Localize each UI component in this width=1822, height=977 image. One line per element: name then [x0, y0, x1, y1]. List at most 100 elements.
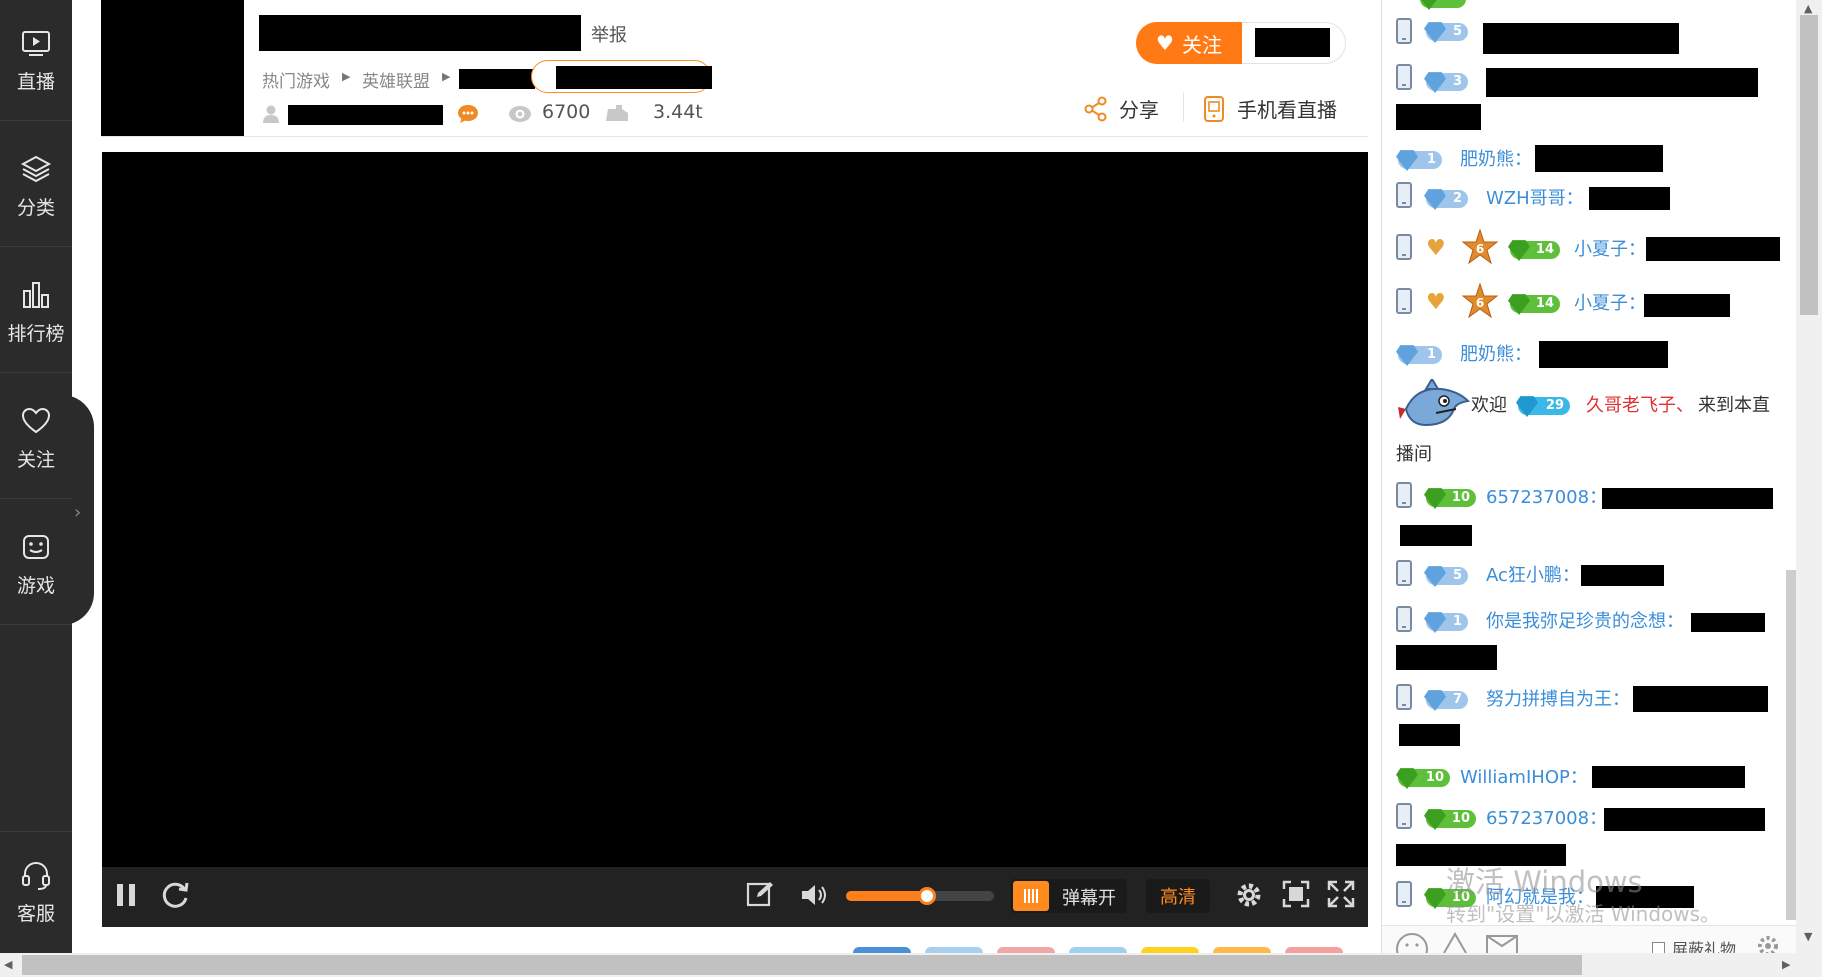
volume-slider-fill — [846, 891, 927, 901]
sidebar-item-customer-service[interactable]: 客服 — [0, 831, 72, 953]
chat-username[interactable]: WZH哥哥： — [1486, 187, 1584, 211]
heart-icon: ♥ — [1156, 31, 1174, 55]
sidebar-item-games[interactable]: 游戏 — [0, 504, 72, 625]
welcome-suffix: 来到本直 — [1698, 395, 1770, 416]
chat-username[interactable]: 你是我弥足珍贵的念想： — [1486, 610, 1684, 634]
heart-icon — [21, 407, 51, 433]
share-button[interactable]: 分享 — [1083, 94, 1159, 123]
sidebar-item-label: 排行榜 — [7, 322, 65, 345]
chat-username[interactable]: 努力拼搏自为王： — [1486, 688, 1630, 712]
follow-label: 关注 — [1181, 32, 1222, 57]
volume-icon[interactable] — [800, 882, 830, 908]
sidebar-item-label: 关注 — [16, 448, 55, 471]
pause-icon[interactable] — [115, 882, 137, 908]
streamer-avatar[interactable] — [101, 0, 244, 137]
page-horizontal-scroll-thumb[interactable] — [22, 955, 1582, 975]
danmaku-icon — [1013, 881, 1049, 911]
chat-settings-gear-icon[interactable] — [1755, 933, 1781, 953]
level-badge — [1418, 0, 1466, 10]
chat-username[interactable]: 肥奶熊： — [1460, 343, 1532, 367]
refresh-icon[interactable] — [158, 878, 192, 912]
sidebar-item-live[interactable]: 直播 — [0, 0, 72, 121]
mobile-user-icon — [1396, 881, 1412, 907]
mobile-user-icon — [1396, 684, 1412, 710]
chat-text-redacted — [1399, 724, 1460, 746]
level-badge: 10 — [1396, 768, 1450, 789]
breadcrumb-hot-games[interactable]: 热门游戏 — [262, 67, 330, 92]
sidebar-item-follow[interactable]: 关注 — [0, 378, 72, 499]
level-badge: 2 — [1424, 189, 1468, 210]
sidebar-item-ranking[interactable]: 排行榜 — [0, 252, 72, 373]
fan-heart-badge-icon: ♥ — [1426, 290, 1446, 315]
mobile-user-icon — [1396, 234, 1412, 260]
sidebar-item-label: 直播 — [16, 70, 55, 93]
level-badge: 14 — [1508, 240, 1560, 261]
chat-text-redacted — [1535, 145, 1663, 172]
mobile-watch-button[interactable]: 手机看直播 — [1203, 94, 1337, 123]
chat-text-redacted — [1589, 187, 1670, 210]
gamepad-face-icon — [23, 534, 49, 559]
windows-activation-subtext: 转到"设置"以激活 Windows。 — [1446, 902, 1721, 926]
report-link[interactable]: 举报 — [591, 21, 627, 47]
scroll-right-arrow-icon[interactable]: ▶ — [1782, 958, 1790, 971]
scroll-left-arrow-icon[interactable]: ◀ — [4, 958, 12, 971]
scroll-down-arrow-icon[interactable]: ▼ — [1804, 930, 1812, 943]
danmaku-label: 弹幕开 — [1062, 888, 1116, 909]
chat-username[interactable]: 小夏子： — [1574, 292, 1646, 316]
chat-scrollbar-thumb[interactable] — [1786, 570, 1796, 920]
phone-icon — [1204, 95, 1224, 122]
chat-username[interactable]: 小夏子： — [1574, 238, 1646, 262]
level-badge: 5 — [1424, 566, 1468, 587]
chat-text-redacted — [1400, 525, 1472, 546]
font-style-icon[interactable] — [1440, 932, 1470, 953]
chat-username[interactable]: 657237008： — [1486, 486, 1607, 510]
page: › 直播 分类 排行榜 关注 游戏 客服 举报 热门游戏 ▶ 英雄联盟 ▶ 67… — [0, 0, 1822, 977]
chat-text-redacted — [1602, 488, 1773, 509]
shark-mascot-icon — [1398, 379, 1471, 427]
level-badge: 10 — [1424, 488, 1476, 509]
fullscreen-icon[interactable] — [1327, 880, 1355, 908]
emoji-icon[interactable] — [1395, 932, 1429, 953]
sidebar-item-label: 游戏 — [16, 574, 55, 597]
mobile-user-icon — [1396, 482, 1412, 508]
chat-username[interactable]: WilliamIHOP： — [1460, 766, 1588, 790]
level-badge: 1 — [1424, 612, 1468, 633]
chat-username[interactable]: Ac狂小鹏： — [1486, 564, 1580, 588]
quality-button[interactable]: 高清 — [1146, 879, 1210, 913]
chat-text-redacted — [1486, 68, 1758, 97]
level-badge: 5 — [1424, 22, 1468, 43]
play-screen-icon — [22, 30, 50, 56]
room-tag-redacted — [556, 66, 712, 89]
eye-icon — [509, 106, 531, 122]
breadcrumb-lol[interactable]: 英雄联盟 — [362, 67, 430, 92]
chat-username[interactable]: 657237008： — [1486, 807, 1607, 831]
chat-text-redacted — [1396, 104, 1481, 130]
scroll-up-arrow-icon[interactable]: ▲ — [1804, 2, 1812, 15]
level-badge: 29 — [1516, 396, 1570, 417]
welcome-prefix: 欢迎 — [1471, 395, 1507, 416]
widescreen-icon[interactable] — [1282, 880, 1310, 908]
sidebar-item-category[interactable]: 分类 — [0, 126, 72, 247]
edit-danmaku-icon[interactable] — [746, 880, 774, 908]
follow-button[interactable]: ♥ 关注 — [1136, 22, 1242, 64]
video-player[interactable] — [102, 152, 1368, 927]
mobile-user-icon — [1396, 606, 1412, 632]
message-icon[interactable] — [1485, 934, 1519, 953]
level-badge: 10 — [1424, 809, 1476, 830]
gear-icon[interactable] — [1234, 880, 1264, 910]
chat-text-redacted — [1604, 808, 1765, 831]
streamer-name-redacted — [288, 105, 443, 125]
breadcrumb-room-redacted — [459, 69, 535, 89]
share-icon — [1084, 96, 1107, 121]
welcome-username[interactable]: 久哥老飞子、 — [1586, 394, 1694, 418]
chat-text-redacted — [1581, 565, 1664, 586]
chat-username[interactable]: 肥奶熊： — [1460, 148, 1532, 172]
mobile-watch-label: 手机看直播 — [1237, 98, 1337, 122]
volume-slider-handle[interactable] — [918, 887, 936, 905]
headset-icon — [22, 861, 50, 890]
sidebar-expand-icon[interactable]: › — [74, 502, 81, 523]
welcome-suffix-2: 播间 — [1396, 444, 1432, 465]
page-vertical-scroll-thumb[interactable] — [1800, 15, 1818, 315]
chat-text-redacted — [1644, 294, 1730, 317]
noble-star-badge-icon: 6 — [1461, 228, 1499, 265]
